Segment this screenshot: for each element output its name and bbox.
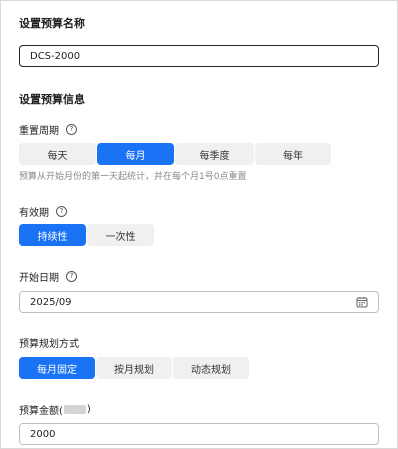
validity-option-once[interactable]: 一次性 bbox=[87, 224, 154, 246]
start-date-label: 开始日期 bbox=[19, 273, 59, 284]
budget-form: 设置预算名称 DCS-2000 设置预算信息 重置周期 ? 每天 每月 每季度 … bbox=[0, 0, 398, 449]
info-section-title: 设置预算信息 bbox=[19, 93, 85, 106]
planning-label: 预算规划方式 bbox=[19, 339, 79, 350]
amount-value: 2000 bbox=[30, 428, 56, 440]
reset-cycle-hint: 预算从开始月份的第一天起统计，并在每个月1号0点重置 bbox=[19, 172, 247, 182]
reset-cycle-option-daily[interactable]: 每天 bbox=[19, 143, 96, 165]
validity-option-continuous[interactable]: 持续性 bbox=[19, 224, 86, 246]
amount-label-row: 预算金额( ) bbox=[19, 402, 91, 417]
planning-segmented: 每月固定 按月规划 动态规划 bbox=[19, 357, 249, 379]
planning-option-dynamic[interactable]: 动态规划 bbox=[173, 357, 249, 379]
amount-input[interactable]: 2000 bbox=[19, 423, 379, 445]
help-icon[interactable]: ? bbox=[56, 206, 67, 217]
planning-option-by-month[interactable]: 按月规划 bbox=[96, 357, 172, 379]
validity-label-row: 有效期 ? bbox=[19, 204, 67, 219]
start-date-value: 2025/09 bbox=[30, 296, 72, 308]
help-icon[interactable]: ? bbox=[66, 271, 77, 282]
amount-label-close: ) bbox=[86, 404, 91, 415]
amount-label: 预算金额( bbox=[19, 406, 63, 417]
calendar-icon[interactable] bbox=[356, 296, 368, 308]
reset-cycle-label: 重置周期 bbox=[19, 126, 59, 137]
validity-segmented: 持续性 一次性 bbox=[19, 224, 154, 246]
planning-label-row: 预算规划方式 bbox=[19, 335, 79, 350]
budget-name-value: DCS-2000 bbox=[30, 50, 81, 62]
name-section-title: 设置预算名称 bbox=[19, 17, 85, 30]
planning-option-fixed[interactable]: 每月固定 bbox=[19, 357, 95, 379]
reset-cycle-segmented: 每天 每月 每季度 每年 bbox=[19, 143, 331, 165]
reset-cycle-label-row: 重置周期 ? bbox=[19, 122, 77, 137]
redacted-currency bbox=[63, 405, 86, 414]
reset-cycle-option-quarterly[interactable]: 每季度 bbox=[175, 143, 254, 165]
budget-name-input[interactable]: DCS-2000 bbox=[19, 45, 379, 67]
start-date-label-row: 开始日期 ? bbox=[19, 269, 77, 284]
start-date-picker[interactable]: 2025/09 bbox=[19, 291, 379, 313]
help-icon[interactable]: ? bbox=[66, 124, 77, 135]
reset-cycle-option-monthly[interactable]: 每月 bbox=[97, 143, 174, 165]
reset-cycle-option-yearly[interactable]: 每年 bbox=[255, 143, 331, 165]
validity-label: 有效期 bbox=[19, 208, 49, 219]
